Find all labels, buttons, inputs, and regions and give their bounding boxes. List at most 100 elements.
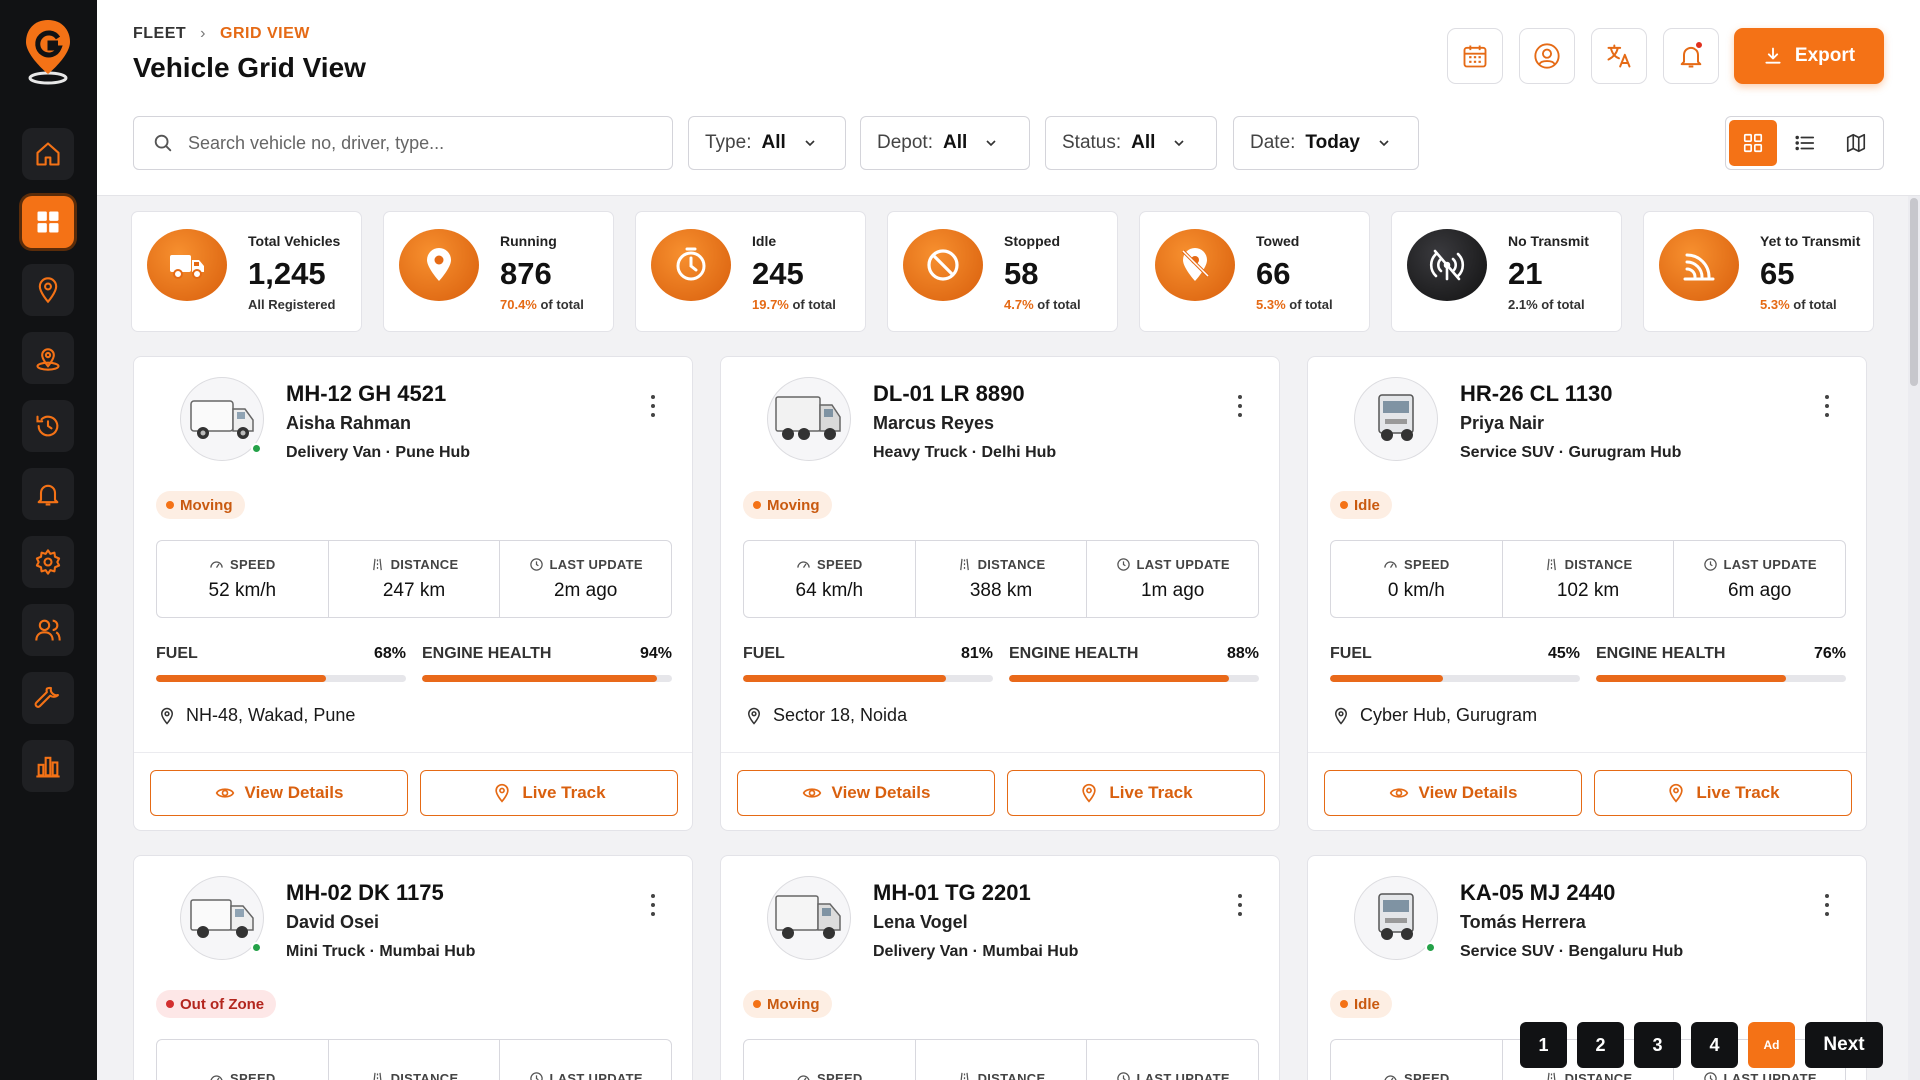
- current-page-button[interactable]: Ad: [1748, 1022, 1795, 1068]
- live-track-button[interactable]: Live Track: [420, 770, 678, 816]
- profile-button[interactable]: [1519, 28, 1575, 84]
- road-icon: [372, 558, 382, 570]
- date-filter-dropdown[interactable]: Date: Today: [1233, 116, 1419, 170]
- grid-view-button[interactable]: [1729, 120, 1777, 166]
- road-icon: [1547, 1072, 1556, 1080]
- header: FLEET › GRID VIEW Vehicle Grid View Expo…: [97, 0, 1920, 196]
- speedometer-icon: [797, 1074, 810, 1080]
- status-filter-dropdown[interactable]: Status: All: [1045, 116, 1217, 170]
- fuel-gauge: FUEL 45%: [1330, 645, 1580, 682]
- driver-name: Priya Nair: [1460, 413, 1545, 433]
- vehicle-plate: KA-05 MJ 2440: [1460, 880, 1616, 905]
- vehicle-card[interactable]: HR-26 CL 1130 Priya Nair Service SUV · G…: [1307, 356, 1867, 831]
- stat-card-idle[interactable]: Idle 245 19.7% of total: [635, 211, 866, 332]
- vehicle-card[interactable]: MH-12 GH 4521 Aisha Rahman Delivery Van …: [133, 356, 693, 831]
- stat-label: Total Vehicles: [248, 233, 341, 249]
- depot-filter-dropdown[interactable]: Depot: All: [860, 116, 1030, 170]
- online-indicator: [251, 942, 262, 953]
- nav-reports[interactable]: [22, 740, 74, 792]
- stat-subtext: 4.7% of total: [1004, 297, 1081, 312]
- view-details-button[interactable]: View Details: [737, 770, 995, 816]
- last-update-value: 1m ago: [1140, 579, 1205, 601]
- more-options-icon[interactable]: [1232, 892, 1248, 918]
- nav-alerts[interactable]: [22, 468, 74, 520]
- more-options-icon[interactable]: [1232, 393, 1248, 419]
- scrollbar-thumb[interactable]: [1910, 198, 1918, 386]
- view-details-button[interactable]: View Details: [1324, 770, 1582, 816]
- nav-home[interactable]: [22, 128, 74, 180]
- stat-card-towed[interactable]: Towed 66 5.3% of total: [1139, 211, 1370, 332]
- vehicle-card[interactable]: MH-01 TG 2201 Lena Vogel Delivery Van · …: [720, 855, 1280, 1080]
- map-view-button[interactable]: [1832, 120, 1880, 166]
- stat-card-total-vehicles[interactable]: Total Vehicles 1,245 All Registered: [131, 211, 362, 332]
- stat-label: Yet to Transmit: [1760, 233, 1861, 249]
- nav-settings[interactable]: [22, 536, 74, 588]
- page-3-button[interactable]: 3: [1634, 1022, 1681, 1068]
- stat-value: 21: [1508, 256, 1543, 291]
- page-scrollbar[interactable]: [1908, 196, 1920, 1080]
- speedometer-icon: [210, 1074, 223, 1080]
- stat-card-stopped[interactable]: Stopped 58 4.7% of total: [887, 211, 1118, 332]
- nav-geofence[interactable]: [22, 332, 74, 384]
- stat-label: Towed: [1256, 233, 1300, 249]
- users-icon: [35, 619, 61, 641]
- export-button[interactable]: Export: [1734, 28, 1884, 84]
- more-options-icon[interactable]: [645, 393, 661, 419]
- metric-speed: SPEED: [744, 1040, 916, 1080]
- van-icon: [190, 400, 254, 439]
- translate-button[interactable]: [1591, 28, 1647, 84]
- chevron-down-icon: [1379, 140, 1389, 147]
- metric-distance: DISTANCE 388 km: [916, 541, 1088, 617]
- view-toggle: [1725, 116, 1884, 170]
- search-input[interactable]: [188, 132, 648, 154]
- vehicle-card[interactable]: DL-01 LR 8890 Marcus Reyes Heavy Truck ·…: [720, 356, 1280, 831]
- stat-card-no-transmit[interactable]: No Transmit 21 2.1% of total: [1391, 211, 1622, 332]
- bar-chart-icon: [36, 756, 60, 778]
- nav-maintenance[interactable]: [22, 672, 74, 724]
- type-filter-dropdown[interactable]: Type: All: [688, 116, 846, 170]
- chevron-down-icon: [1174, 140, 1185, 147]
- stat-subtext: 19.7% of total: [752, 297, 836, 312]
- transmit-icon: [1659, 229, 1739, 301]
- status-badge: Out of Zone: [156, 990, 277, 1018]
- next-page-button[interactable]: Next: [1805, 1022, 1883, 1068]
- brand-logo-icon[interactable]: [24, 18, 72, 86]
- metric-last-update: LAST UPDATE: [1087, 1040, 1258, 1080]
- more-options-icon[interactable]: [1819, 892, 1835, 918]
- vehicle-type-hub: Service SUV · Bengaluru Hub: [1460, 943, 1684, 960]
- nav-grid-view[interactable]: [22, 196, 74, 248]
- list-view-button[interactable]: [1781, 120, 1829, 166]
- filter-label: Depot:: [877, 132, 933, 153]
- page-2-button[interactable]: 2: [1577, 1022, 1624, 1068]
- vehicle-card[interactable]: MH-02 DK 1175 David Osei Mini Truck · Mu…: [133, 855, 693, 1080]
- gear-icon: [35, 549, 61, 575]
- nav-location[interactable]: [22, 264, 74, 316]
- notification-badge: [1694, 40, 1704, 50]
- nav-drivers[interactable]: [22, 604, 74, 656]
- chevron-down-icon: [986, 140, 996, 147]
- live-track-button[interactable]: Live Track: [1594, 770, 1852, 816]
- breadcrumb-fleet[interactable]: FLEET: [133, 25, 186, 43]
- live-track-button[interactable]: Live Track: [1007, 770, 1265, 816]
- vehicle-plate: MH-01 TG 2201: [873, 880, 1031, 905]
- prohibited-icon: [903, 229, 983, 301]
- driver-name: Marcus Reyes: [873, 413, 995, 433]
- stat-subtext: 2.1% of total: [1508, 297, 1585, 312]
- notifications-button[interactable]: [1663, 28, 1719, 84]
- location-pin-icon: [399, 229, 479, 301]
- bell-icon: [37, 484, 59, 506]
- stat-label: Running: [500, 233, 557, 249]
- page-title: Vehicle Grid View: [133, 52, 366, 83]
- stat-card-running[interactable]: Running 876 70.4% of total: [383, 211, 614, 332]
- view-details-button[interactable]: View Details: [150, 770, 408, 816]
- page-1-button[interactable]: 1: [1520, 1022, 1567, 1068]
- metric-speed: SPEED: [1331, 1040, 1503, 1080]
- stat-card-yet-to-transmit[interactable]: Yet to Transmit 65 5.3% of total: [1643, 211, 1874, 332]
- more-options-icon[interactable]: [1819, 393, 1835, 419]
- more-options-icon[interactable]: [645, 892, 661, 918]
- calendar-button[interactable]: [1447, 28, 1503, 84]
- page-4-button[interactable]: 4: [1691, 1022, 1738, 1068]
- nav-history[interactable]: [22, 400, 74, 452]
- map-icon: [1847, 133, 1866, 153]
- signal-off-icon: [1407, 229, 1487, 301]
